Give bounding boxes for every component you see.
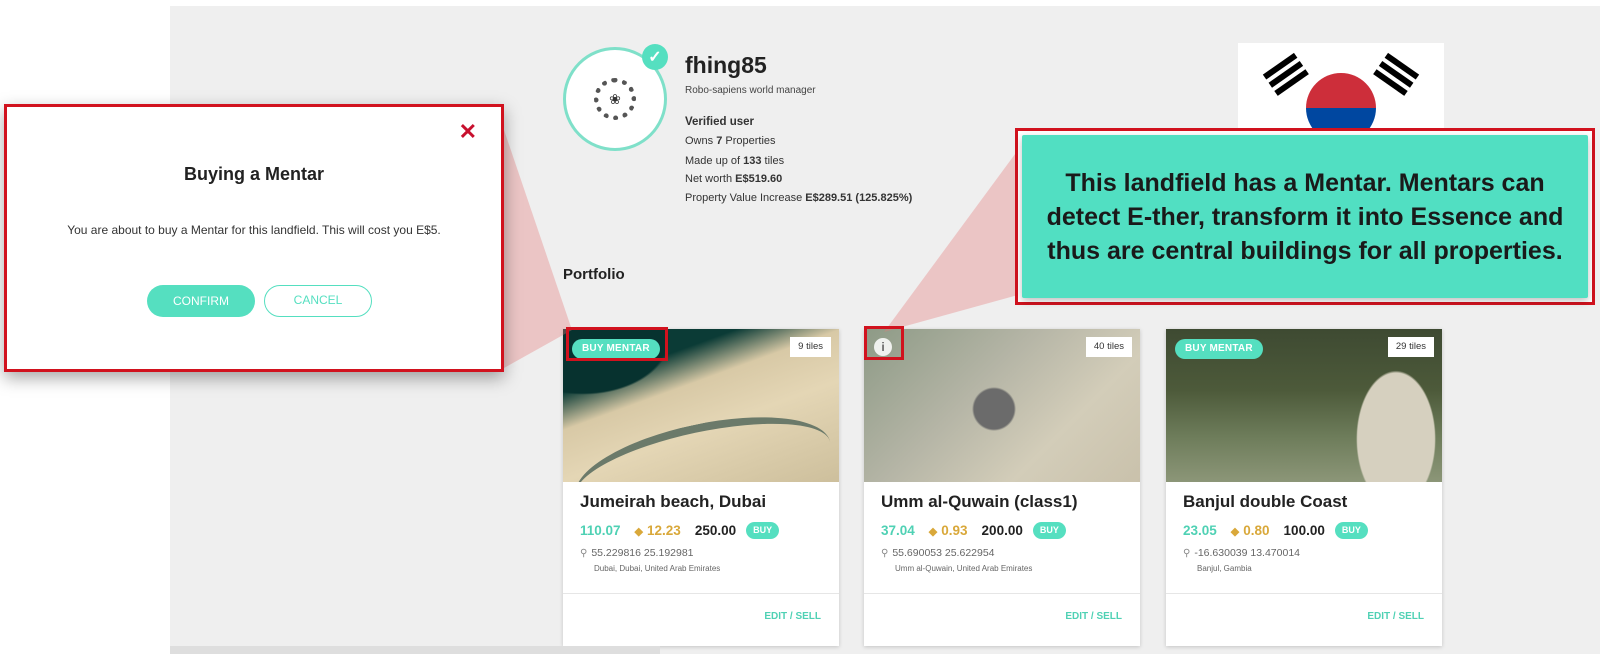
- flag-trigram-left: [1262, 52, 1311, 99]
- tiles-badge: 29 tiles: [1387, 337, 1434, 357]
- portfolio-title: Portfolio: [563, 266, 625, 283]
- property-location: Banjul, Gambia: [1197, 564, 1252, 573]
- networth-value: E$519.60: [735, 173, 783, 185]
- asking-price: 250.00: [694, 523, 737, 538]
- tiles-badge: 40 tiles: [1085, 337, 1132, 357]
- coin-icon: ◆: [928, 526, 938, 538]
- location-pin-icon: ⚲: [580, 548, 588, 559]
- buy-mentar-highlight: [566, 327, 668, 361]
- essence-value: 12.23: [647, 523, 681, 538]
- verified-check-icon: ✓: [642, 44, 668, 70]
- coordinates-text: 55.229816 25.192981: [591, 547, 694, 559]
- screenshot-stage: ❀ ✓ fhing85 Robo-sapiens world manager V…: [0, 0, 1600, 654]
- asking-price: 100.00: [1283, 523, 1325, 538]
- dialog-message: You are about to buy a Mentar for this l…: [67, 223, 441, 237]
- mentar-tooltip-text: This landfield has a Mentar. Mentars can…: [1046, 168, 1564, 265]
- buy-mentar-button[interactable]: BUY MENTAR: [1175, 339, 1263, 359]
- essence-price: ◆ 12.23: [635, 523, 681, 538]
- property-prices: 37.04 ◆ 0.93 200.00 BUY: [881, 522, 1066, 539]
- property-name: Jumeirah beach, Dubai: [580, 492, 767, 511]
- coordinates-text: -16.630039 13.470014: [1194, 547, 1301, 559]
- owns-suffix: Properties: [722, 135, 776, 147]
- dialog-title: Buying a Mentar: [183, 164, 325, 184]
- increase-prefix: Property Value Increase: [685, 192, 806, 204]
- username: fhing85: [685, 52, 767, 78]
- owns-prefix: Owns: [685, 135, 717, 147]
- property-coordinates: ⚲ 55.229816 25.192981: [580, 547, 694, 559]
- property-prices: 110.07 ◆ 12.23 250.00 BUY: [580, 522, 780, 539]
- edit-sell-link[interactable]: EDIT / SELL: [764, 611, 821, 622]
- asking-price: 200.00: [981, 523, 1023, 538]
- essence-value: 0.93: [941, 523, 968, 538]
- price-value: 37.04: [881, 523, 915, 538]
- essence-value: 0.80: [1243, 523, 1270, 538]
- property-coordinates: ⚲ -16.630039 13.470014: [1183, 547, 1300, 559]
- buy-button[interactable]: BUY: [746, 522, 780, 539]
- property-name: Umm al-Quwain (class1): [881, 492, 1078, 511]
- close-icon[interactable]: ✕: [459, 121, 477, 143]
- edit-sell-link[interactable]: EDIT / SELL: [1065, 611, 1122, 622]
- user-role: Robo-sapiens world manager: [685, 85, 816, 96]
- card-divider: [864, 593, 1140, 594]
- verified-label: Verified user: [685, 116, 755, 128]
- edit-sell-link[interactable]: EDIT / SELL: [1367, 611, 1424, 622]
- property-coordinates: ⚲ 55.690053 25.622954: [881, 547, 995, 559]
- coin-icon: ◆: [634, 526, 644, 538]
- price-value: 23.05: [1183, 523, 1217, 538]
- tiles-badge: 9 tiles: [790, 337, 831, 357]
- buy-button[interactable]: BUY: [1334, 522, 1368, 539]
- cancel-button[interactable]: CANCEL: [264, 285, 372, 317]
- avatar-logo-icon: ❀: [594, 78, 636, 120]
- buy-button[interactable]: BUY: [1032, 522, 1066, 539]
- property-name: Banjul double Coast: [1183, 492, 1348, 511]
- property-location: Dubai, Dubai, United Arab Emirates: [594, 564, 721, 573]
- property-card[interactable]: BUY MENTAR 9 tiles Jumeirah beach, Dubai…: [563, 329, 839, 646]
- tiles-suffix: tiles: [761, 155, 785, 167]
- increase-value: E$289.51 (125.825%): [805, 192, 913, 204]
- tiles-stat: Made up of 133 tiles: [685, 155, 784, 167]
- value-increase-stat: Property Value Increase E$289.51 (125.82…: [685, 192, 912, 204]
- property-prices: 23.05 ◆ 0.80 100.00 BUY: [1183, 522, 1368, 539]
- price-value: 110.07: [580, 523, 621, 538]
- networth-prefix: Net worth: [685, 173, 736, 185]
- location-pin-icon: ⚲: [881, 548, 889, 559]
- location-pin-icon: ⚲: [1183, 548, 1191, 559]
- property-card[interactable]: i 40 tiles Umm al-Quwain (class1) 37.04 …: [864, 329, 1140, 646]
- mentar-tooltip-body: This landfield has a Mentar. Mentars can…: [1022, 135, 1588, 298]
- coordinates-text: 55.690053 25.622954: [892, 547, 995, 559]
- tiles-prefix: Made up of: [685, 155, 744, 167]
- buy-mentar-dialog: ✕ Buying a Mentar You are about to buy a…: [4, 104, 504, 372]
- coin-icon: ◆: [1230, 526, 1240, 538]
- net-worth-stat: Net worth E$519.60: [685, 173, 782, 185]
- info-icon-highlight: [864, 326, 904, 360]
- confirm-button[interactable]: CONFIRM: [147, 285, 255, 317]
- mentar-tooltip: This landfield has a Mentar. Mentars can…: [1015, 128, 1595, 305]
- tiles-count: 133: [743, 155, 762, 167]
- status-strip: [170, 646, 660, 654]
- card-divider: [1166, 593, 1442, 594]
- essence-price: ◆ 0.93: [929, 523, 968, 538]
- property-card[interactable]: BUY MENTAR 29 tiles Banjul double Coast …: [1166, 329, 1442, 646]
- essence-price: ◆ 0.80: [1231, 523, 1270, 538]
- owns-properties-stat: Owns 7 Properties: [685, 135, 776, 147]
- card-divider: [563, 593, 839, 594]
- property-location: Umm al-Quwain, United Arab Emirates: [895, 564, 1033, 573]
- flag-trigram-right: [1371, 52, 1420, 99]
